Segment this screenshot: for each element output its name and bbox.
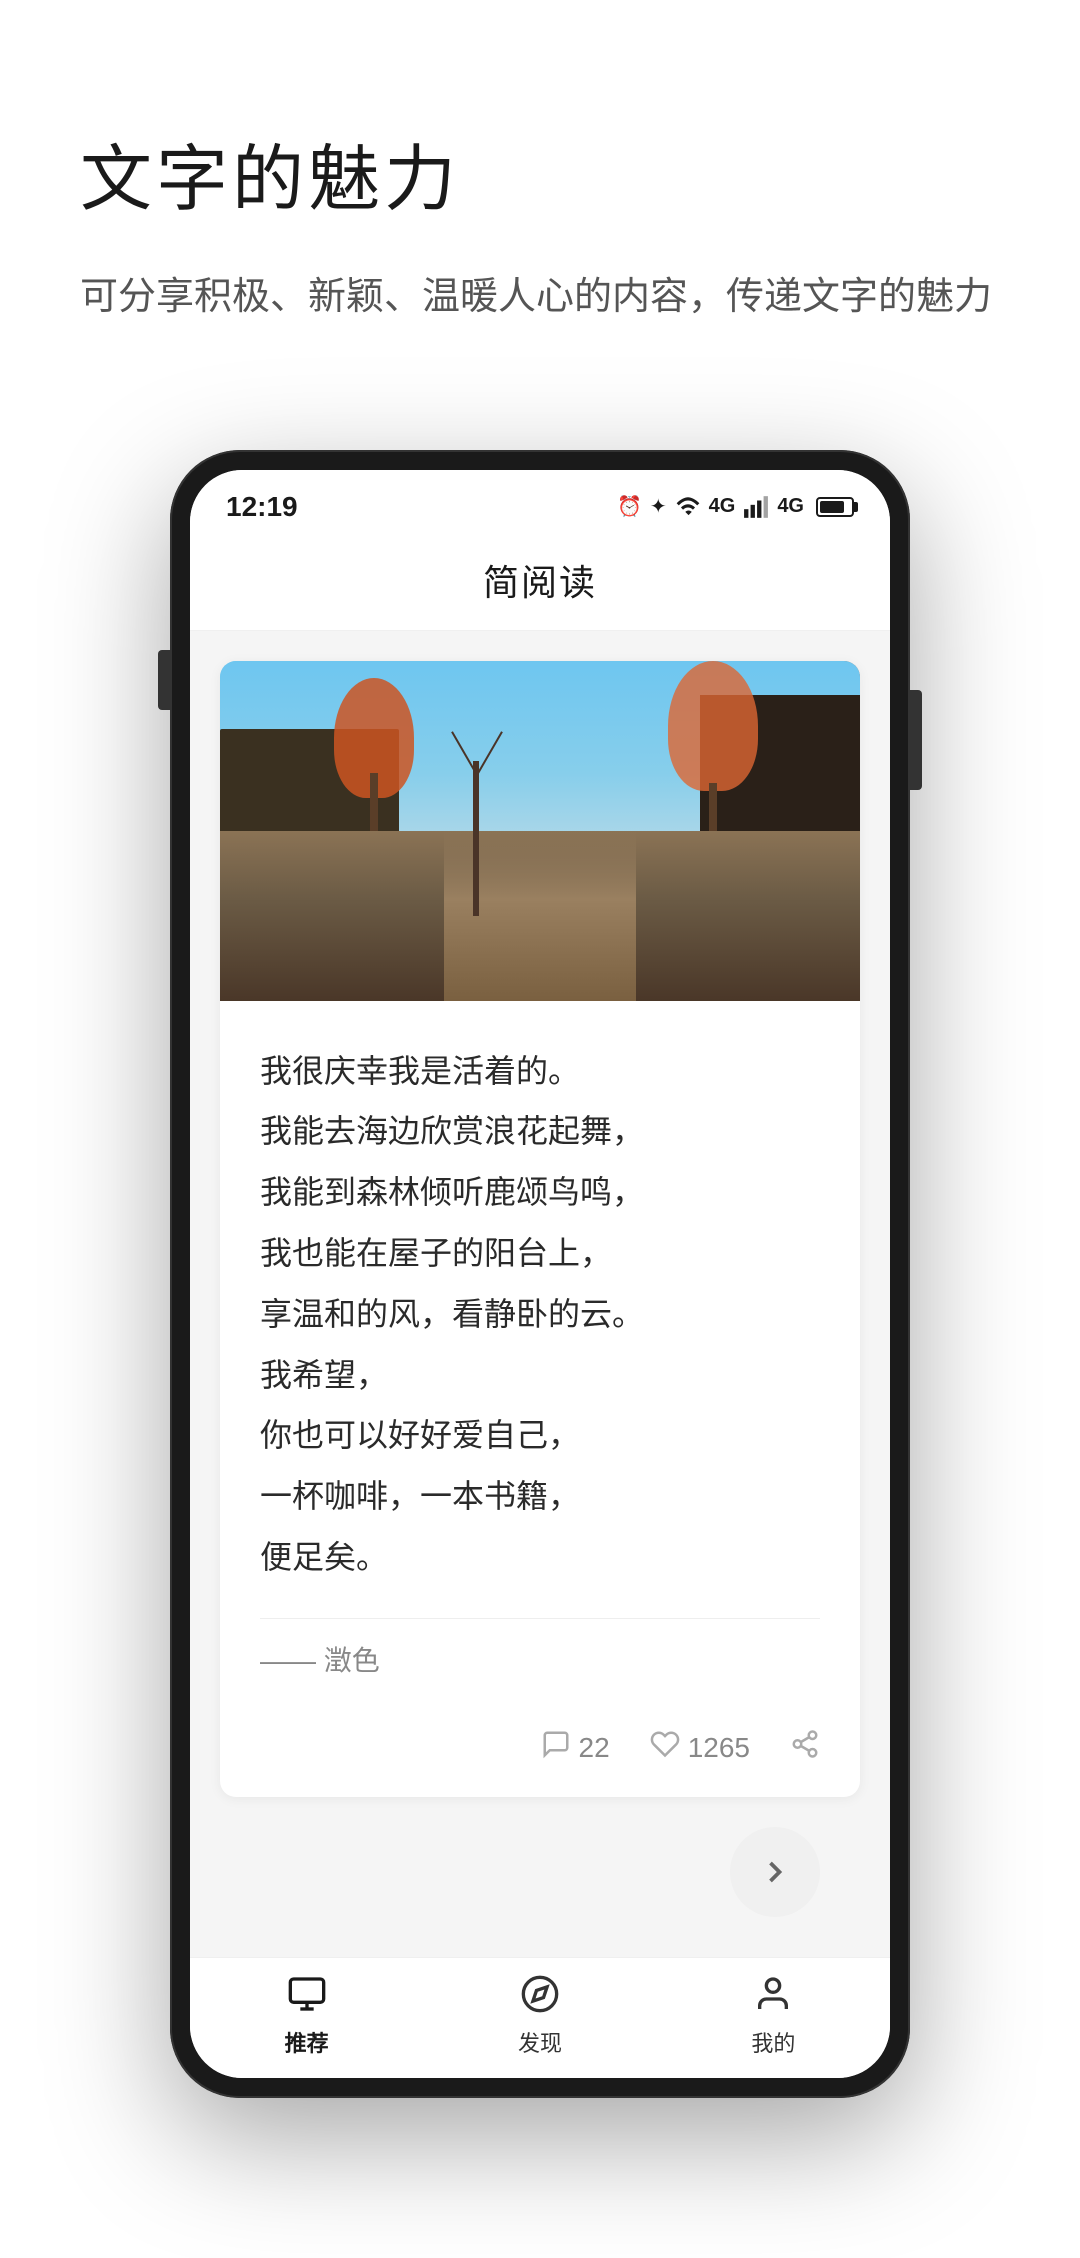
compass-icon xyxy=(520,1974,560,2020)
app-header: 简阅读 xyxy=(190,534,890,631)
next-btn-wrapper xyxy=(220,1797,860,1927)
bottom-nav: 推荐 发现 xyxy=(190,1957,890,2078)
next-button[interactable] xyxy=(730,1827,820,1917)
phone-inner: 12:19 ⏰ ✦ 4G xyxy=(190,470,890,2078)
card-text: 我很庆幸我是活着的。 我能去海边欣赏浪花起舞， 我能到森林倾听鹿颂鸟鸣， 我也能… xyxy=(260,1041,820,1588)
status-time: 12:19 xyxy=(226,491,298,523)
like-count: 1265 xyxy=(688,1732,750,1764)
alarm-icon: ⏰ xyxy=(617,494,642,519)
monitor-icon xyxy=(287,1974,327,2020)
card-image xyxy=(220,661,860,1001)
nav-item-discover[interactable]: 发现 xyxy=(423,1974,656,2058)
card-body: 我很庆幸我是活着的。 我能去海边欣赏浪花起舞， 我能到森林倾听鹿颂鸟鸣， 我也能… xyxy=(220,1001,860,1709)
comment-stat: 22 xyxy=(541,1729,610,1767)
app-title: 简阅读 xyxy=(483,562,597,603)
main-title: 文字的魅力 xyxy=(80,120,1000,225)
card-footer: 22 1265 xyxy=(220,1709,860,1797)
signal-4g2-icon: 4G xyxy=(777,495,804,518)
article-card[interactable]: 我很庆幸我是活着的。 我能去海边欣赏浪花起舞， 我能到森林倾听鹿颂鸟鸣， 我也能… xyxy=(220,661,860,1797)
card-author: —— 澂色 xyxy=(260,1618,820,1679)
nav-label-recommend: 推荐 xyxy=(285,2026,329,2058)
like-stat[interactable]: 1265 xyxy=(650,1729,750,1767)
sub-title: 可分享积极、新颖、温暖人心的内容，传递文字的魅力 xyxy=(80,265,1000,330)
user-icon xyxy=(753,1974,793,2020)
top-section: 文字的魅力 可分享积极、新颖、温暖人心的内容，传递文字的魅力 xyxy=(0,0,1080,390)
status-icons: ⏰ ✦ 4G xyxy=(617,493,854,520)
share-icon xyxy=(790,1729,820,1767)
comment-icon xyxy=(541,1729,571,1767)
wifi-icon xyxy=(675,493,701,520)
signal-4g-icon: 4G xyxy=(709,495,736,518)
nav-label-discover: 发现 xyxy=(518,2026,562,2058)
status-bar: 12:19 ⏰ ✦ 4G xyxy=(190,470,890,534)
comment-count: 22 xyxy=(579,1732,610,1764)
nav-item-recommend[interactable]: 推荐 xyxy=(190,1974,423,2058)
battery-icon xyxy=(816,497,854,517)
nav-label-mine: 我的 xyxy=(751,2026,795,2058)
nav-item-mine[interactable]: 我的 xyxy=(657,1974,890,2058)
signal-bar-icon xyxy=(743,493,769,520)
share-stat[interactable] xyxy=(790,1729,820,1767)
like-icon xyxy=(650,1729,680,1767)
phone-wrapper: 12:19 ⏰ ✦ 4G xyxy=(0,450,1080,2258)
content-area: 我很庆幸我是活着的。 我能去海边欣赏浪花起舞， 我能到森林倾听鹿颂鸟鸣， 我也能… xyxy=(190,631,890,1957)
phone-outer: 12:19 ⏰ ✦ 4G xyxy=(170,450,910,2098)
bluetooth-icon: ✦ xyxy=(650,494,667,519)
